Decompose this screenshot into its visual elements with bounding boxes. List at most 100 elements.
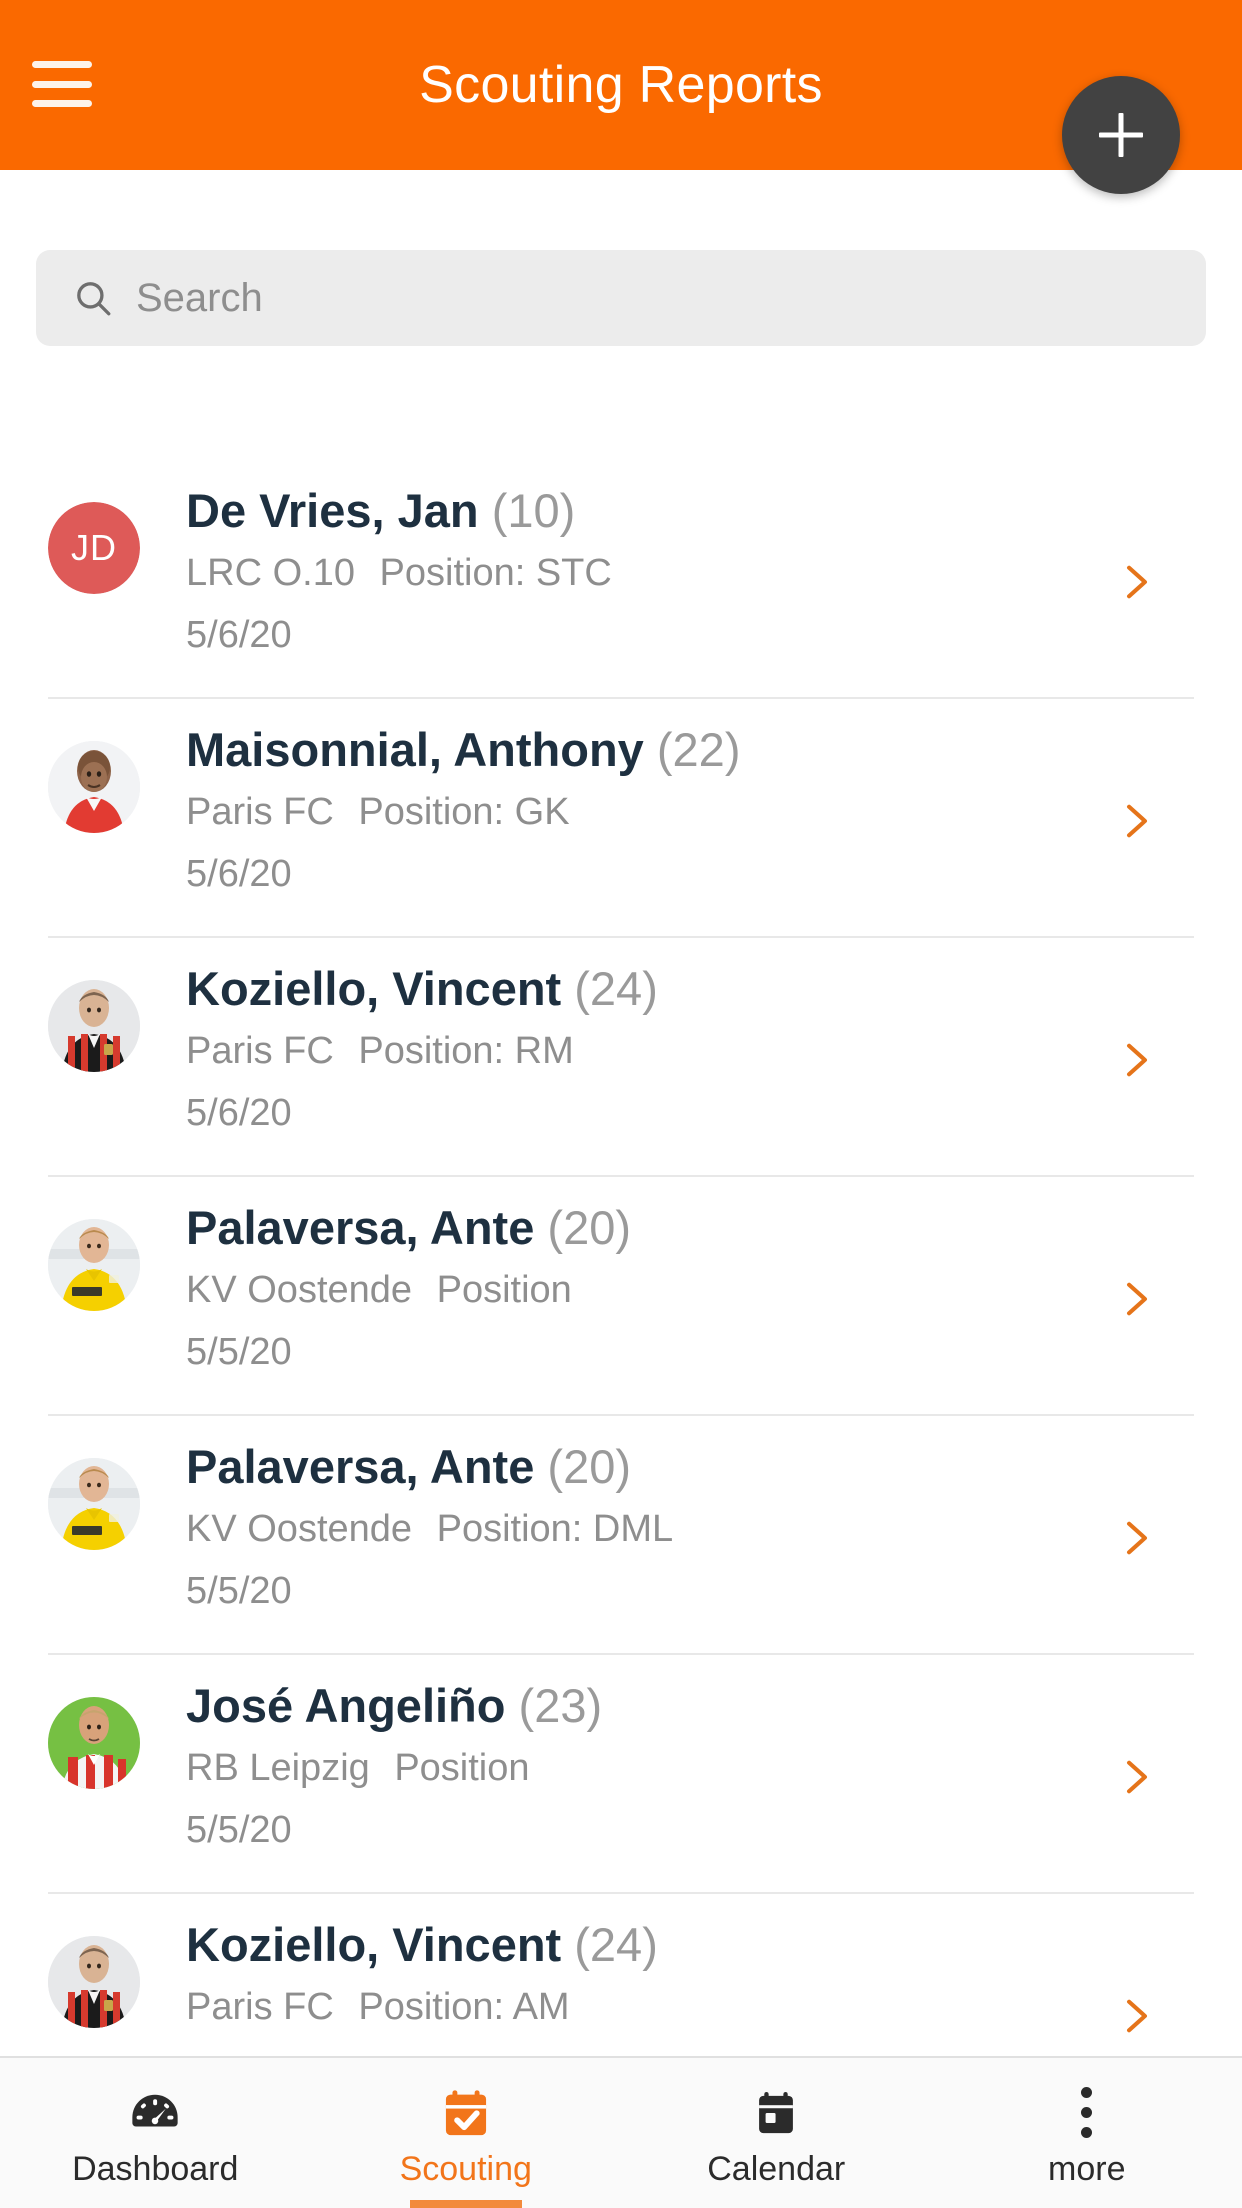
player-photo bbox=[48, 1458, 140, 1550]
player-club: Paris FC bbox=[186, 1030, 334, 1072]
avatar-initials: JD bbox=[48, 502, 140, 594]
player-name: José Angeliño bbox=[186, 1679, 506, 1732]
player-club: Paris FC bbox=[186, 1986, 334, 2028]
player-age: (22) bbox=[656, 723, 741, 776]
player-club: KV Oostende bbox=[186, 1269, 413, 1311]
row-text: Palaversa, Ante (20) KV Oostende Positio… bbox=[186, 1177, 1024, 1416]
table-row[interactable]: Palaversa, Ante (20) KV Oostende Positio… bbox=[0, 1416, 1242, 1655]
row-text: Koziello, Vincent (24) Paris FC Position… bbox=[186, 1894, 1024, 2060]
player-meta-line: KV Oostende Position: DML bbox=[186, 1498, 1024, 1560]
chevron-right-icon[interactable] bbox=[1118, 1990, 1156, 2042]
nav-active-indicator bbox=[409, 2200, 522, 2208]
search-input[interactable] bbox=[114, 250, 1206, 346]
nav-label: Calendar bbox=[707, 2149, 846, 2188]
scouting-report-list[interactable]: JD De Vries, Jan (10) LRC O.10 Position:… bbox=[0, 460, 1242, 2060]
scouting-reports-screen: Scouting Reports JD De V bbox=[0, 0, 1242, 2208]
player-name: Palaversa, Ante bbox=[186, 1440, 535, 1493]
player-name-line: De Vries, Jan (10) bbox=[186, 480, 1024, 542]
player-name-line: Palaversa, Ante (20) bbox=[186, 1197, 1024, 1259]
player-name-line: Maisonnial, Anthony (22) bbox=[186, 719, 1024, 781]
dot bbox=[1081, 2107, 1093, 2118]
player-name: De Vries, Jan bbox=[186, 484, 479, 537]
player-name-line: José Angeliño (23) bbox=[186, 1675, 1024, 1737]
bottom-navigation: Dashboard Scouting Calendar more bbox=[0, 2056, 1242, 2208]
player-club: Paris FC bbox=[186, 791, 334, 833]
row-text: Koziello, Vincent (24) Paris FC Position… bbox=[186, 938, 1024, 1177]
avatar bbox=[48, 1697, 140, 1789]
player-position: Position bbox=[436, 1269, 572, 1311]
dot bbox=[1081, 2087, 1093, 2098]
row-text: De Vries, Jan (10) LRC O.10 Position: ST… bbox=[186, 460, 1024, 699]
three-dots-vertical-icon bbox=[1081, 2084, 1093, 2142]
table-row[interactable]: Koziello, Vincent (24) Paris FC Position… bbox=[0, 1894, 1242, 2060]
player-position: Position: DML bbox=[436, 1508, 674, 1550]
player-name: Koziello, Vincent bbox=[186, 1918, 562, 1971]
chevron-right-icon[interactable] bbox=[1118, 1751, 1156, 1803]
app-bar: Scouting Reports bbox=[0, 0, 1242, 170]
add-report-fab[interactable] bbox=[1062, 76, 1180, 194]
table-row[interactable]: JD De Vries, Jan (10) LRC O.10 Position:… bbox=[0, 460, 1242, 699]
report-date: 5/5/20 bbox=[186, 1331, 292, 1373]
player-position: Position: AM bbox=[358, 1986, 570, 2028]
avatar: JD bbox=[48, 502, 140, 594]
nav-item-calendar[interactable]: Calendar bbox=[621, 2058, 932, 2208]
row-text: Palaversa, Ante (20) KV Oostende Positio… bbox=[186, 1416, 1024, 1655]
player-age: (20) bbox=[547, 1201, 632, 1254]
chevron-right-icon[interactable] bbox=[1118, 556, 1156, 608]
player-age: (24) bbox=[574, 1918, 658, 1971]
nav-item-scouting[interactable]: Scouting bbox=[311, 2058, 622, 2208]
nav-label: Dashboard bbox=[72, 2149, 239, 2188]
player-meta-line: Paris FC Position: RM bbox=[186, 1020, 1024, 1082]
nav-label: more bbox=[1048, 2149, 1126, 2188]
player-position: Position: STC bbox=[379, 552, 612, 594]
player-photo bbox=[48, 1219, 140, 1311]
player-age: (23) bbox=[518, 1679, 603, 1732]
player-name: Maisonnial, Anthony bbox=[186, 723, 644, 776]
player-photo bbox=[48, 1697, 140, 1789]
chevron-right-icon[interactable] bbox=[1118, 1273, 1156, 1325]
player-photo bbox=[48, 741, 140, 833]
table-row[interactable]: José Angeliño (23) RB Leipzig Position 5… bbox=[0, 1655, 1242, 1894]
report-date: 5/5/20 bbox=[186, 1570, 292, 1612]
report-date: 5/6/20 bbox=[186, 614, 292, 656]
nav-label: Scouting bbox=[399, 2149, 532, 2188]
table-row[interactable]: Maisonnial, Anthony (22) Paris FC Positi… bbox=[0, 699, 1242, 938]
player-name-line: Koziello, Vincent (24) bbox=[186, 1914, 1024, 1976]
search-icon bbox=[72, 277, 114, 319]
dot bbox=[1081, 2127, 1093, 2138]
chevron-right-icon[interactable] bbox=[1118, 1034, 1156, 1086]
calendar-icon bbox=[750, 2084, 802, 2142]
report-date: 5/6/20 bbox=[186, 853, 292, 895]
avatar bbox=[48, 1219, 140, 1311]
calendar-check-icon bbox=[438, 2084, 494, 2142]
player-meta-line: Paris FC Position: AM bbox=[186, 1976, 1024, 2038]
table-row[interactable]: Koziello, Vincent (24) Paris FC Position… bbox=[0, 938, 1242, 1177]
player-meta-line: Paris FC Position: GK bbox=[186, 781, 1024, 843]
nav-item-more[interactable]: more bbox=[932, 2058, 1242, 2208]
player-position: Position: RM bbox=[358, 1030, 574, 1072]
player-meta-line: RB Leipzig Position bbox=[186, 1737, 1024, 1799]
player-club: KV Oostende bbox=[186, 1508, 413, 1550]
table-row[interactable]: Palaversa, Ante (20) KV Oostende Positio… bbox=[0, 1177, 1242, 1416]
player-position: Position bbox=[394, 1747, 530, 1789]
player-photo bbox=[48, 1936, 140, 2028]
row-text: Maisonnial, Anthony (22) Paris FC Positi… bbox=[186, 699, 1024, 938]
page-title: Scouting Reports bbox=[419, 56, 823, 114]
chevron-right-icon[interactable] bbox=[1118, 1512, 1156, 1564]
player-name-line: Koziello, Vincent (24) bbox=[186, 958, 1024, 1020]
nav-item-dashboard[interactable]: Dashboard bbox=[0, 2058, 311, 2208]
avatar bbox=[48, 980, 140, 1072]
player-age: (24) bbox=[574, 962, 658, 1015]
player-meta-line: KV Oostende Position bbox=[186, 1259, 1024, 1321]
avatar bbox=[48, 1936, 140, 2028]
player-meta-line: LRC O.10 Position: STC bbox=[186, 542, 1024, 604]
player-name: Koziello, Vincent bbox=[186, 962, 562, 1015]
search-box[interactable] bbox=[36, 250, 1206, 346]
avatar bbox=[48, 741, 140, 833]
player-photo bbox=[48, 980, 140, 1072]
player-age: (10) bbox=[491, 484, 576, 537]
player-age: (20) bbox=[547, 1440, 632, 1493]
chevron-right-icon[interactable] bbox=[1118, 795, 1156, 847]
player-club: LRC O.10 bbox=[186, 552, 355, 594]
report-date: 5/5/20 bbox=[186, 1809, 292, 1851]
